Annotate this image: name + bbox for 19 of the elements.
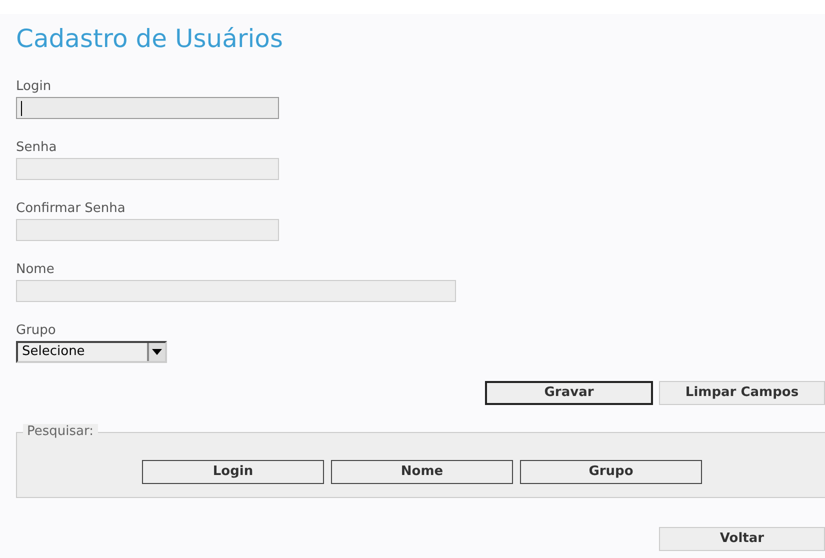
- field-label: Login: [16, 78, 52, 95]
- search-legend: Pesquisar:: [23, 424, 98, 440]
- field-label: Grupo: [16, 322, 57, 339]
- field-label: Nome: [16, 261, 56, 278]
- input-field[interactable]: [16, 158, 279, 180]
- search-button[interactable]: Nome: [331, 460, 513, 484]
- page-title: Cadastro de Usuários: [16, 24, 284, 54]
- input-field[interactable]: [16, 219, 279, 241]
- action-button[interactable]: Gravar: [485, 381, 653, 405]
- field-label: Confirmar Senha: [16, 200, 126, 217]
- field-label: Senha: [16, 139, 58, 156]
- caret-icon: [152, 349, 162, 355]
- back-button[interactable]: Voltar: [659, 527, 825, 551]
- input-field[interactable]: [16, 97, 279, 119]
- search-button[interactable]: Grupo: [520, 460, 702, 484]
- search-button[interactable]: Login: [142, 460, 324, 484]
- action-button[interactable]: Limpar Campos: [659, 381, 825, 405]
- input-field[interactable]: [16, 280, 456, 302]
- group-dropdown[interactable]: Selecione: [16, 341, 167, 363]
